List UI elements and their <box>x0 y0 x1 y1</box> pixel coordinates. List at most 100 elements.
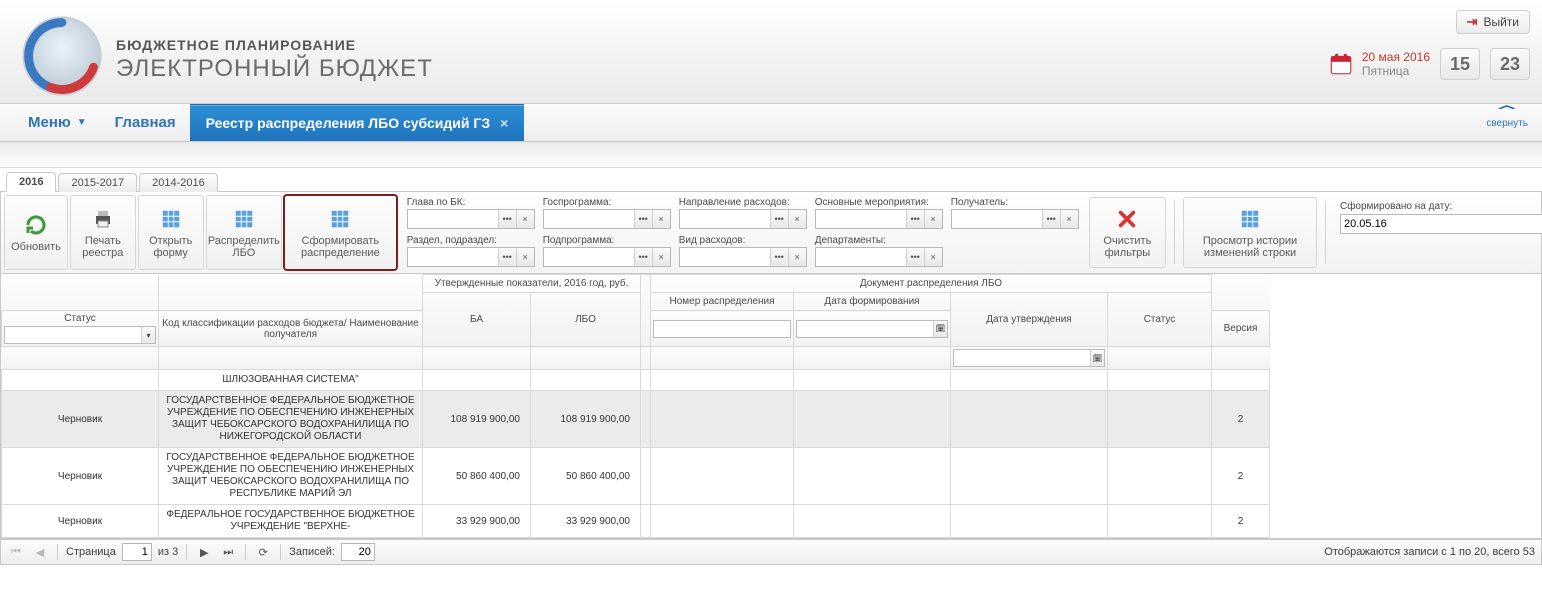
exit-button[interactable]: ⇥ Выйти <box>1456 10 1530 34</box>
filter-napr-field[interactable] <box>680 210 770 228</box>
clear-icon[interactable]: × <box>924 210 942 228</box>
ellipsis-icon[interactable]: ••• <box>906 210 924 228</box>
col-status-filter: Статус ▾ <box>2 311 159 347</box>
table-row[interactable]: ШЛЮЗОВАННАЯ СИСТЕМА" <box>2 370 1270 391</box>
ellipsis-icon[interactable]: ••• <box>770 248 788 266</box>
cell-status: Черновик <box>2 448 159 505</box>
clear-icon[interactable]: × <box>788 248 806 266</box>
distribute-button[interactable]: Распределить ЛБО <box>206 195 282 270</box>
filter-vid-field[interactable] <box>680 248 770 266</box>
close-tab-icon[interactable]: × <box>500 115 508 131</box>
filter-glava-input[interactable]: •••× <box>407 209 535 229</box>
open-form-button[interactable]: Открыть форму <box>138 195 204 270</box>
current-date: 20 мая 2016 <box>1362 50 1430 64</box>
cell-expand[interactable] <box>641 391 651 448</box>
num-filter-combo[interactable] <box>653 320 791 338</box>
pager-first-icon[interactable]: ⏮ <box>7 543 25 561</box>
nav-home[interactable]: Главная <box>101 104 190 141</box>
dappr-filter-input[interactable] <box>954 350 1090 366</box>
pager-next-icon[interactable]: ▶ <box>195 543 213 561</box>
clear-icon[interactable]: × <box>924 248 942 266</box>
formed-date-field: Сформировано на дату: 🗓 <box>1334 197 1534 268</box>
ellipsis-icon[interactable]: ••• <box>634 248 652 266</box>
filter-gosprog-input[interactable]: •••× <box>543 209 671 229</box>
data-grid: Утвержденные показатели, 2016 год, руб. … <box>0 274 1542 539</box>
col-num[interactable]: Номер распределения <box>651 293 794 311</box>
col-ver[interactable]: Версия <box>1212 311 1270 347</box>
ellipsis-icon[interactable]: ••• <box>1042 210 1060 228</box>
status-filter-combo[interactable]: ▾ <box>4 326 156 344</box>
filter-gosprog: Госпрограмма: •••× <box>543 197 671 231</box>
filter-razdel-field[interactable] <box>408 248 498 266</box>
col-dform[interactable]: Дата формирования <box>794 293 951 311</box>
filter-subprog-field[interactable] <box>544 248 634 266</box>
ellipsis-icon[interactable]: ••• <box>498 210 516 228</box>
filter-subprog-input[interactable]: •••× <box>543 247 671 267</box>
filter-vid-input[interactable]: •••× <box>679 247 807 267</box>
print-button[interactable]: Печать реестра <box>70 195 136 270</box>
pager-last-icon[interactable]: ⏭ <box>219 543 237 561</box>
clear-filters-button[interactable]: Очистить фильтры <box>1089 197 1166 268</box>
clear-icon[interactable]: × <box>652 248 670 266</box>
chevron-down-icon[interactable]: ▾ <box>141 327 155 343</box>
filter-razdel-input[interactable]: •••× <box>407 247 535 267</box>
col-ba[interactable]: БА <box>423 293 531 347</box>
menu-dropdown[interactable]: Меню ▼ <box>14 104 101 141</box>
nav-tab-active[interactable]: Реестр распределения ЛБО субсидий ГЗ × <box>190 104 525 141</box>
clear-icon[interactable]: × <box>516 248 534 266</box>
filter-recv-field[interactable] <box>952 210 1042 228</box>
calendar-picker-icon[interactable]: 🗓 <box>1090 350 1104 366</box>
ellipsis-icon[interactable]: ••• <box>770 210 788 228</box>
col-status-label[interactable]: Статус <box>4 313 156 324</box>
ellipsis-icon[interactable]: ••• <box>906 248 924 266</box>
calendar-picker-icon[interactable]: 🗓 <box>933 321 947 337</box>
pager-refresh-icon[interactable]: ⟳ <box>254 543 272 561</box>
clear-icon[interactable]: × <box>516 210 534 228</box>
dform-filter-combo[interactable]: 🗓 <box>796 320 948 338</box>
table-row[interactable]: ЧерновикГОСУДАРСТВЕННОЕ ФЕДЕРАЛЬНОЕ БЮДЖ… <box>2 391 1270 448</box>
dform-filter-input[interactable] <box>797 321 933 337</box>
filter-osn-field[interactable] <box>816 210 906 228</box>
status-filter-input[interactable] <box>5 327 141 343</box>
history-button[interactable]: Просмотр истории изменений строки <box>1183 197 1318 268</box>
clear-icon[interactable]: × <box>652 210 670 228</box>
cell-expand[interactable] <box>641 370 651 391</box>
cell-expand[interactable] <box>641 448 651 505</box>
table-row[interactable]: ЧерновикФЕДЕРАЛЬНОЕ ГОСУДАРСТВЕННОЕ БЮДЖ… <box>2 505 1270 538</box>
grid-icon <box>1239 206 1261 232</box>
clear-icon[interactable]: × <box>1060 210 1078 228</box>
ellipsis-icon[interactable]: ••• <box>498 248 516 266</box>
refresh-button[interactable]: Обновить <box>4 195 68 270</box>
cell-expand[interactable] <box>641 505 651 538</box>
filter-napr-input[interactable]: •••× <box>679 209 807 229</box>
year-tab-2015-2017[interactable]: 2015-2017 <box>58 173 137 192</box>
year-tab-2014-2016[interactable]: 2014-2016 <box>139 173 218 192</box>
pager-page-input[interactable] <box>122 543 152 561</box>
filter-dept-field[interactable] <box>816 248 906 266</box>
filter-dept-input[interactable]: •••× <box>815 247 943 267</box>
cell-num <box>651 505 794 538</box>
date-time-cluster: 20 мая 2016 Пятница 15 23 <box>1328 48 1530 80</box>
pager-prev-icon[interactable]: ◀ <box>31 543 49 561</box>
year-tabs: 2016 2015-2017 2014-2016 <box>0 168 1542 192</box>
pager-records-input[interactable] <box>341 543 375 561</box>
collapse-button[interactable]: ⌃ свернуть <box>1486 108 1528 129</box>
num-filter-input[interactable] <box>654 321 790 337</box>
year-tab-2016[interactable]: 2016 <box>6 172 56 192</box>
col-status2[interactable]: Статус <box>1108 293 1212 347</box>
table-row[interactable]: ЧерновикГОСУДАРСТВЕННОЕ ФЕДЕРАЛЬНОЕ БЮДЖ… <box>2 448 1270 505</box>
col-lbo[interactable]: ЛБО <box>531 293 641 347</box>
filter-glava-field[interactable] <box>408 210 498 228</box>
dappr-filter-combo[interactable]: 🗓 <box>953 349 1105 367</box>
filter-recv-input[interactable]: •••× <box>951 209 1079 229</box>
formed-date-input[interactable]: 🗓 <box>1340 214 1542 234</box>
formed-date-value[interactable] <box>1341 215 1542 233</box>
clear-icon[interactable]: × <box>788 210 806 228</box>
form-distribution-button[interactable]: Сформировать распределение <box>284 195 397 270</box>
col-dappr[interactable]: Дата утверждения <box>951 293 1108 347</box>
filter-osn-input[interactable]: •••× <box>815 209 943 229</box>
filter-gosprog-field[interactable] <box>544 210 634 228</box>
form-distribution-label: Сформировать распределение <box>293 235 388 259</box>
col-code[interactable]: Код классификации расходов бюджета/ Наим… <box>159 311 423 347</box>
ellipsis-icon[interactable]: ••• <box>634 210 652 228</box>
